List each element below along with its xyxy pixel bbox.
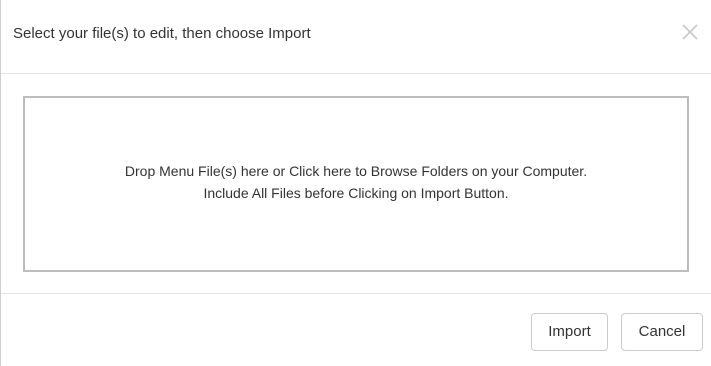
dropzone-line-2: Include All Files before Clicking on Imp… [203, 185, 509, 201]
dialog-footer: Import Cancel [1, 294, 711, 366]
dialog-body: Drop Menu File(s) here or Click here to … [1, 74, 711, 294]
close-icon [682, 24, 698, 40]
import-dialog: Select your file(s) to edit, then choose… [0, 0, 711, 366]
dropzone-line-1: Drop Menu File(s) here or Click here to … [124, 163, 588, 179]
dialog-title: Select your file(s) to edit, then choose… [13, 25, 311, 42]
file-dropzone[interactable]: Drop Menu File(s) here or Click here to … [23, 96, 689, 272]
import-button[interactable]: Import [531, 313, 608, 351]
dialog-header: Select your file(s) to edit, then choose… [1, 0, 711, 74]
cancel-button[interactable]: Cancel [621, 313, 703, 351]
close-button[interactable] [680, 22, 700, 42]
dropzone-instructions: Drop Menu File(s) here or Click here to … [25, 160, 687, 204]
